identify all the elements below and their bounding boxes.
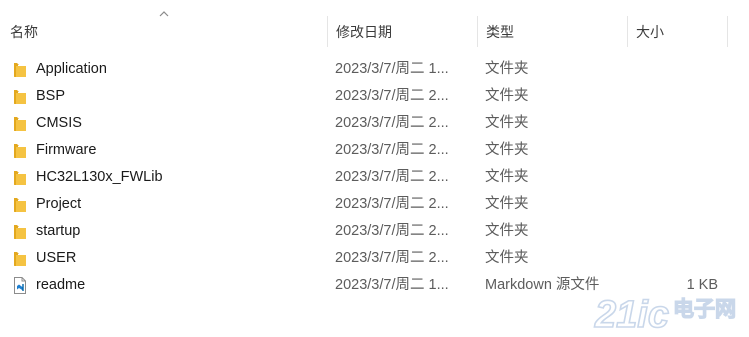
file-size [634,218,718,245]
file-type: 文件夹 [485,115,529,131]
folder-icon [14,90,26,104]
file-type: 文件夹 [485,142,529,158]
file-name: HC32L130x_FWLib [36,169,163,185]
file-type: 文件夹 [485,196,529,212]
file-type: 文件夹 [485,169,529,185]
file-list: Application 2023/3/7/周二 1... 文件夹 BSP 2023/3/… [0,56,749,299]
file-row[interactable]: Firmware 2023/3/7/周二 2... 文件夹 [0,137,749,164]
site-watermark: 21ic 电子网 [593,293,736,334]
column-header-date[interactable]: 修改日期 [328,17,477,47]
column-header-type[interactable]: 类型 [478,17,627,47]
file-modified-date: 2023/3/7/周二 2... [335,88,449,104]
file-type: 文件夹 [485,88,529,104]
file-type: 文件夹 [485,61,529,77]
file-name: USER [36,250,77,266]
folder-icon [14,198,26,212]
file-name: Application [36,61,107,77]
file-row[interactable]: Project 2023/3/7/周二 2... 文件夹 [0,191,749,218]
watermark-brand: 21ic [594,294,669,334]
file-name: BSP [36,88,66,104]
column-header-type-label: 类型 [486,24,514,40]
file-name: Firmware [36,142,97,158]
column-divider[interactable] [727,16,728,47]
file-size [634,245,718,272]
file-modified-date: 2023/3/7/周二 2... [335,223,449,239]
file-modified-date: 2023/3/7/周二 2... [335,196,449,212]
file-name: CMSIS [36,115,82,131]
file-modified-date: 2023/3/7/周二 2... [335,142,449,158]
column-header-bar: 名称 修改日期 类型 大小 [0,0,749,47]
column-header-name-label: 名称 [10,24,38,40]
file-name: readme [36,277,86,293]
column-header-date-label: 修改日期 [336,24,392,40]
file-modified-date: 2023/3/7/周二 2... [335,169,449,185]
folder-icon [14,117,26,131]
file-row[interactable]: Application 2023/3/7/周二 1... 文件夹 [0,56,749,83]
file-modified-date: 2023/3/7/周二 1... [335,61,449,77]
file-row[interactable]: CMSIS 2023/3/7/周二 2... 文件夹 [0,110,749,137]
file-type: 文件夹 [485,223,529,239]
file-size [634,164,718,191]
watermark-text: 电子网 [673,297,736,321]
file-modified-date: 2023/3/7/周二 2... [335,115,449,131]
file-name: startup [36,223,81,239]
folder-icon [14,63,26,77]
file-size [634,191,718,218]
file-row[interactable]: BSP 2023/3/7/周二 2... 文件夹 [0,83,749,110]
file-size [634,110,718,137]
vscode-markdown-file-icon [14,277,26,294]
column-header-size[interactable]: 大小 [628,17,727,47]
file-size [634,83,718,110]
folder-icon [14,171,26,185]
file-size [634,56,718,83]
file-row[interactable]: startup 2023/3/7/周二 2... 文件夹 [0,218,749,245]
file-modified-date: 2023/3/7/周二 2... [335,250,449,266]
folder-icon [14,225,26,239]
file-name: Project [36,196,82,212]
file-row[interactable]: USER 2023/3/7/周二 2... 文件夹 [0,245,749,272]
file-row[interactable]: HC32L130x_FWLib 2023/3/7/周二 2... 文件夹 [0,164,749,191]
file-size [634,137,718,164]
folder-icon [14,144,26,158]
file-explorer-details-view: 名称 修改日期 类型 大小 Application 2023/3/7/周二 1..… [0,0,749,337]
file-type: 文件夹 [485,250,529,266]
file-modified-date: 2023/3/7/周二 1... [335,277,449,293]
column-header-name[interactable]: 名称 [2,17,327,47]
folder-icon [14,252,26,266]
column-header-size-label: 大小 [636,24,664,40]
